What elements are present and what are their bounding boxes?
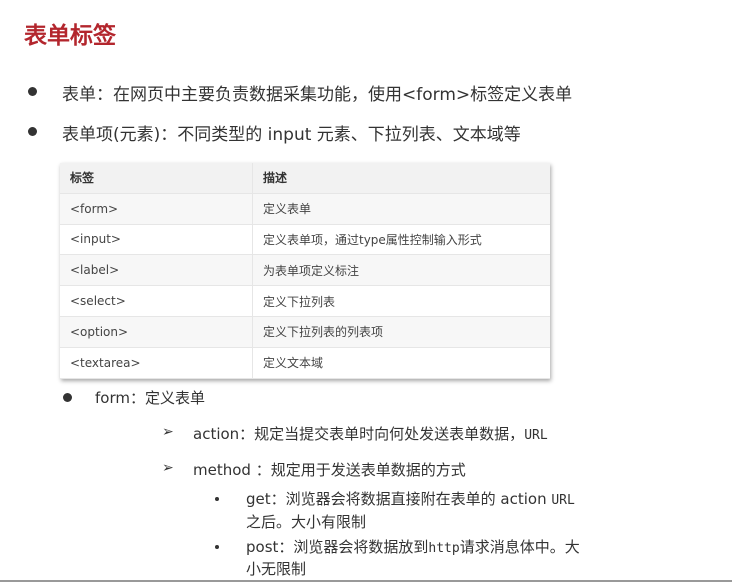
- cell-tag: <form>: [60, 193, 253, 225]
- bullet-form: 表单：在网页中主要负责数据采集功能，使用<form>标签定义表单: [62, 85, 573, 105]
- cell-desc: 定义表单: [252, 193, 550, 225]
- cell-tag: <input>: [60, 224, 253, 256]
- form-bullet: form：定义表单: [95, 389, 205, 407]
- cell-desc: 定义下拉列表的列表项: [252, 316, 550, 348]
- table-row: <input> 定义表单项，通过type属性控制输入形式: [60, 224, 550, 256]
- bullet-icon: [63, 393, 72, 402]
- post-text-a: post：浏览器会将数据放到: [246, 538, 429, 556]
- post-line2: 小无限制: [246, 560, 307, 578]
- post-http: http: [428, 541, 460, 556]
- get-text: get：浏览器会将数据直接附在表单的 action: [246, 490, 552, 508]
- post-text-b: 请求消息体中。大: [459, 538, 580, 556]
- table-row: <option> 定义下拉列表的列表项: [60, 316, 550, 348]
- bottom-divider: [0, 580, 732, 582]
- bullet-form-items: 表单项(元素)：不同类型的 input 元素、下拉列表、文本域等: [62, 125, 521, 145]
- small-bullet-icon: [215, 497, 219, 501]
- cell-tag: <textarea>: [60, 347, 253, 379]
- cell-desc: 为表单项定义标注: [252, 254, 550, 287]
- arrow-bullet-icon: ➢: [162, 424, 174, 440]
- table-header-row: 标签 描述: [60, 163, 550, 194]
- bullet-icon: [28, 127, 37, 136]
- post-line1: post：浏览器会将数据放到http请求消息体中。大: [246, 536, 580, 557]
- cell-tag: <option>: [60, 316, 253, 348]
- slide-title: 表单标签: [24, 23, 116, 49]
- cell-desc: 定义下拉列表: [252, 285, 550, 317]
- tags-table: 标签 描述 <form> 定义表单 <input> 定义表单项，通过type属性控制…: [60, 163, 550, 379]
- action-url: URL: [524, 428, 548, 443]
- get-url: URL: [551, 493, 575, 508]
- slide: 表单标签 表单：在网页中主要负责数据采集功能，使用<form>标签定义表单 表单…: [0, 0, 732, 583]
- header-description: 描述: [252, 163, 550, 194]
- get-line2: 之后。大小有限制: [246, 513, 367, 531]
- method-attr: method ：规定用于发送表单数据的方式: [193, 461, 466, 479]
- action-attr: action：规定当提交表单时向何处发送表单数据，URL: [193, 423, 548, 444]
- table-row: <form> 定义表单: [60, 193, 550, 225]
- small-bullet-icon: [215, 545, 219, 549]
- arrow-bullet-icon: ➢: [162, 460, 174, 476]
- cell-desc: 定义文本域: [252, 347, 550, 379]
- cell-tag: <select>: [60, 285, 253, 317]
- table-row: <select> 定义下拉列表: [60, 285, 550, 317]
- cell-tag: <label>: [60, 254, 253, 287]
- bullet-icon: [28, 87, 37, 96]
- table-row: <textarea> 定义文本域: [60, 347, 550, 379]
- action-text: action：规定当提交表单时向何处发送表单数据，: [193, 425, 525, 443]
- table-row: <label> 为表单项定义标注: [60, 254, 550, 287]
- get-line1: get：浏览器会将数据直接附在表单的 action URL: [246, 488, 575, 509]
- cell-desc: 定义表单项，通过type属性控制输入形式: [252, 224, 550, 256]
- header-tag: 标签: [60, 163, 253, 194]
